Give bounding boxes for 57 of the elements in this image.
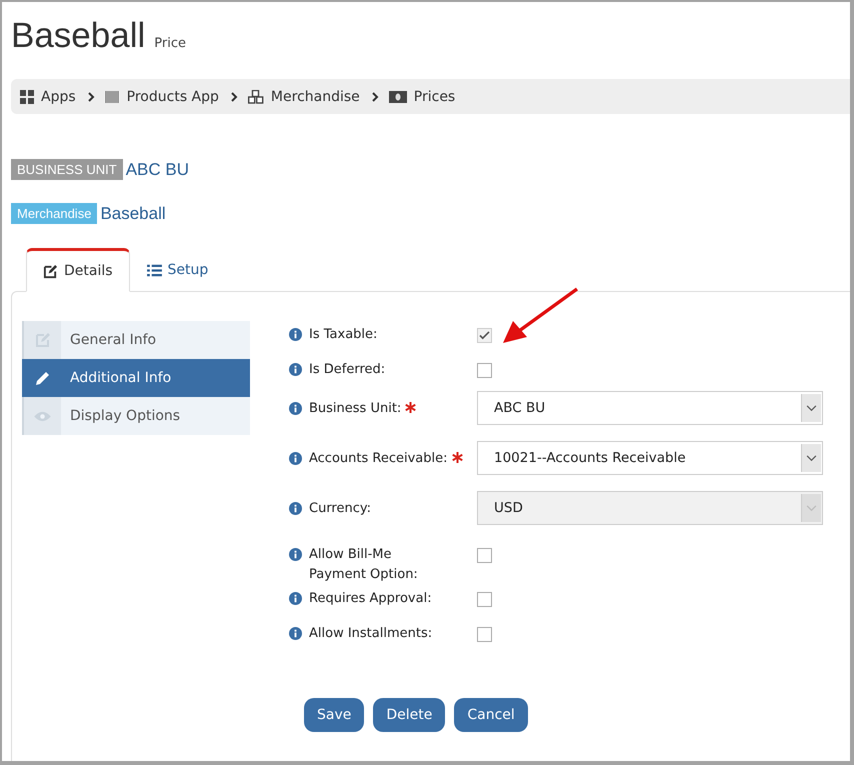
caret-icon	[801, 444, 821, 472]
eye-icon	[34, 410, 51, 422]
breadcrumb-link[interactable]: Products App	[126, 88, 219, 104]
breadcrumb-link[interactable]: Prices	[414, 88, 456, 104]
page-subtitle: Price	[154, 36, 186, 51]
field-label: Allow Bill-Me Payment Option:	[309, 546, 419, 584]
required-icon	[405, 402, 416, 413]
info-icon[interactable]	[289, 402, 302, 415]
field-label: Is Deferred:	[309, 361, 386, 379]
action-button[interactable]: Save	[304, 698, 364, 732]
breadcrumb-link[interactable]: Apps	[41, 88, 76, 104]
context-badge: BUSINESS UNIT	[11, 159, 123, 180]
side-nav-item[interactable]: General Info	[22, 321, 250, 359]
side-nav-item[interactable]: Display Options	[22, 397, 250, 435]
list-icon	[146, 264, 162, 276]
barcode-icon	[104, 90, 120, 102]
money-icon	[388, 90, 407, 102]
required-icon	[452, 452, 462, 463]
checkbox[interactable]	[477, 548, 492, 563]
field-label: Allow Installments:	[309, 625, 432, 643]
field-label: Requires Approval:	[309, 590, 432, 608]
chevron-icon	[370, 92, 379, 102]
field-label: Currency:	[309, 500, 372, 518]
action-button[interactable]: Cancel	[454, 698, 528, 732]
grid-icon	[20, 90, 34, 104]
page-title: Baseball	[11, 16, 146, 56]
context-badge: Merchandise	[11, 203, 98, 224]
select-field[interactable]: 10021--Accounts Receivable	[477, 441, 823, 475]
tab[interactable]: Details	[26, 248, 130, 292]
checkbox[interactable]	[477, 592, 492, 607]
pencil-icon	[34, 370, 50, 386]
caret-icon	[801, 494, 821, 522]
checkbox[interactable]	[477, 328, 492, 343]
tab[interactable]: Setup	[130, 248, 226, 292]
chevron-icon	[86, 92, 95, 102]
info-icon[interactable]	[289, 363, 302, 376]
context-value: ABC BU	[126, 160, 189, 180]
info-icon[interactable]	[289, 592, 302, 605]
checkbox[interactable]	[477, 363, 492, 378]
caret-icon	[801, 394, 821, 422]
field-label: Accounts Receivable:	[309, 450, 448, 468]
info-icon[interactable]	[289, 452, 302, 465]
side-nav-item[interactable]: Additional Info	[22, 359, 250, 397]
breadcrumb-link[interactable]: Merchandise	[270, 88, 360, 104]
cubes-icon	[248, 90, 264, 104]
info-icon[interactable]	[289, 627, 302, 640]
checkbox[interactable]	[477, 627, 492, 642]
info-icon[interactable]	[289, 548, 302, 561]
edit-icon	[43, 264, 58, 278]
select-field[interactable]: ABC BU	[477, 391, 823, 425]
edit-icon	[34, 332, 50, 348]
chevron-icon	[230, 92, 238, 102]
context-value: Baseball	[100, 204, 166, 224]
field-label: Is Taxable:	[309, 326, 378, 344]
field-label: Business Unit:	[309, 400, 402, 418]
action-button[interactable]: Delete	[373, 698, 446, 732]
info-icon[interactable]	[289, 328, 302, 341]
